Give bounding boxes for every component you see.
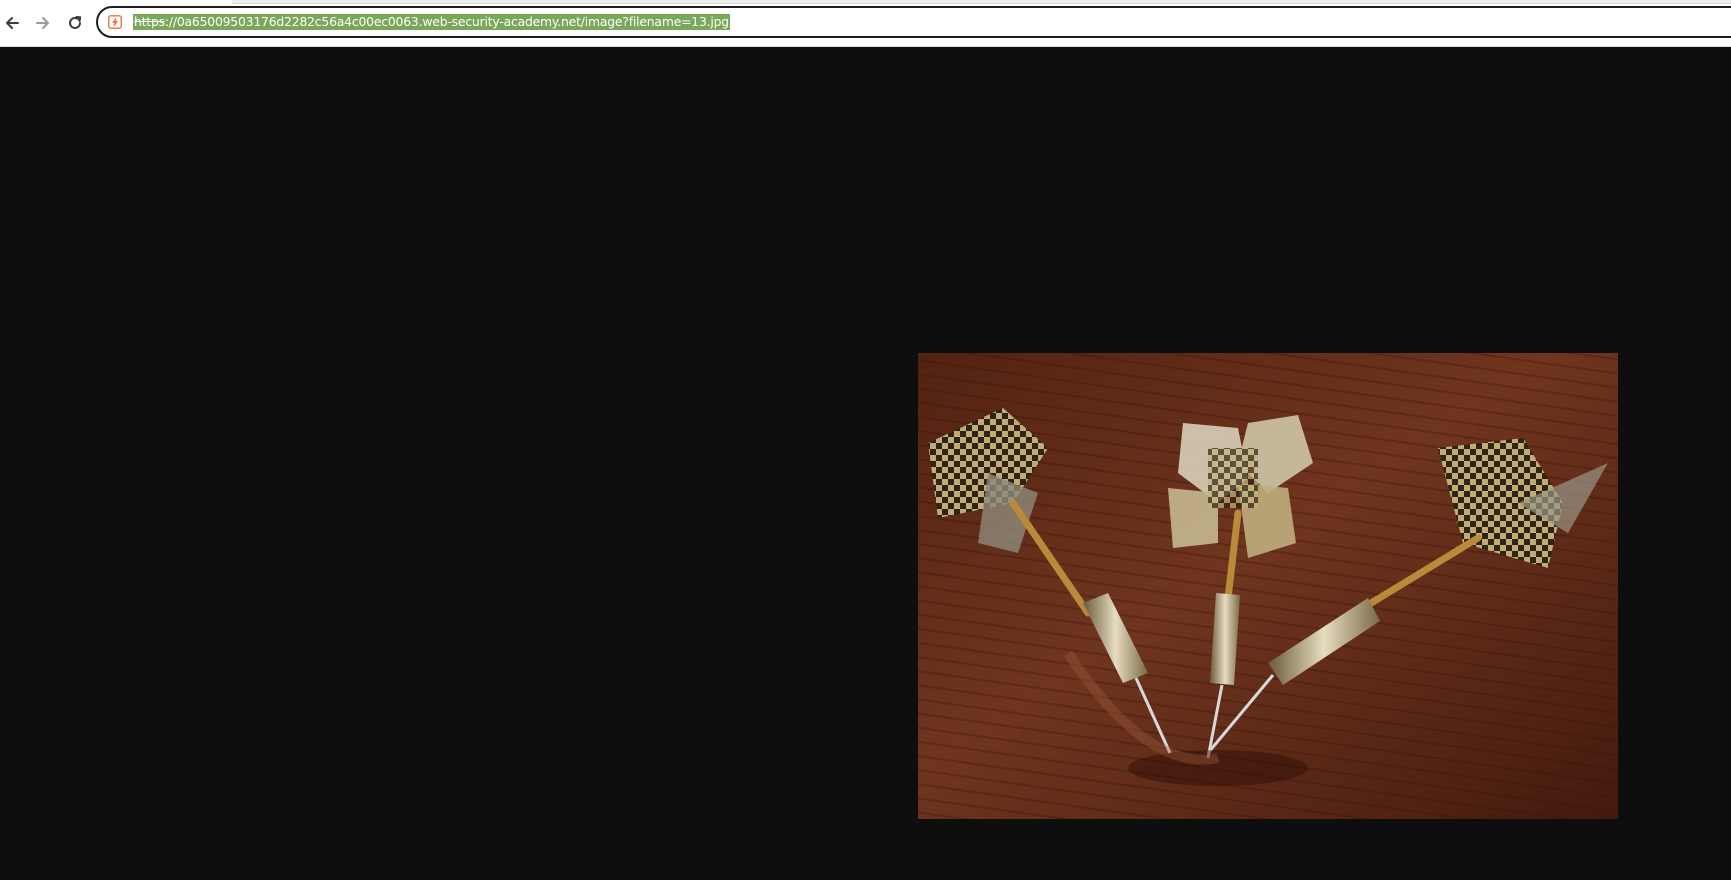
- back-button[interactable]: [0, 11, 24, 35]
- tab-strip-edge: [232, 0, 1731, 4]
- address-bar[interactable]: https://0a65009503176d2282c56a4c00ec0063…: [96, 6, 1731, 38]
- darts-image: [918, 353, 1618, 819]
- page-viewport: [0, 47, 1731, 880]
- arrow-right-icon: [36, 17, 49, 29]
- url-scheme: https: [134, 14, 165, 29]
- browser-toolbar: https://0a65009503176d2282c56a4c00ec0063…: [0, 0, 1731, 47]
- url-rest: ://0a65009503176d2282c56a4c00ec0063.web-…: [164, 14, 729, 29]
- reload-button[interactable]: [63, 11, 87, 35]
- reload-icon: [69, 16, 82, 29]
- forward-button[interactable]: [31, 11, 55, 35]
- arrow-left-icon: [6, 17, 19, 29]
- not-secure-lock-icon[interactable]: [108, 15, 122, 29]
- url-text[interactable]: https://0a65009503176d2282c56a4c00ec0063…: [133, 14, 730, 30]
